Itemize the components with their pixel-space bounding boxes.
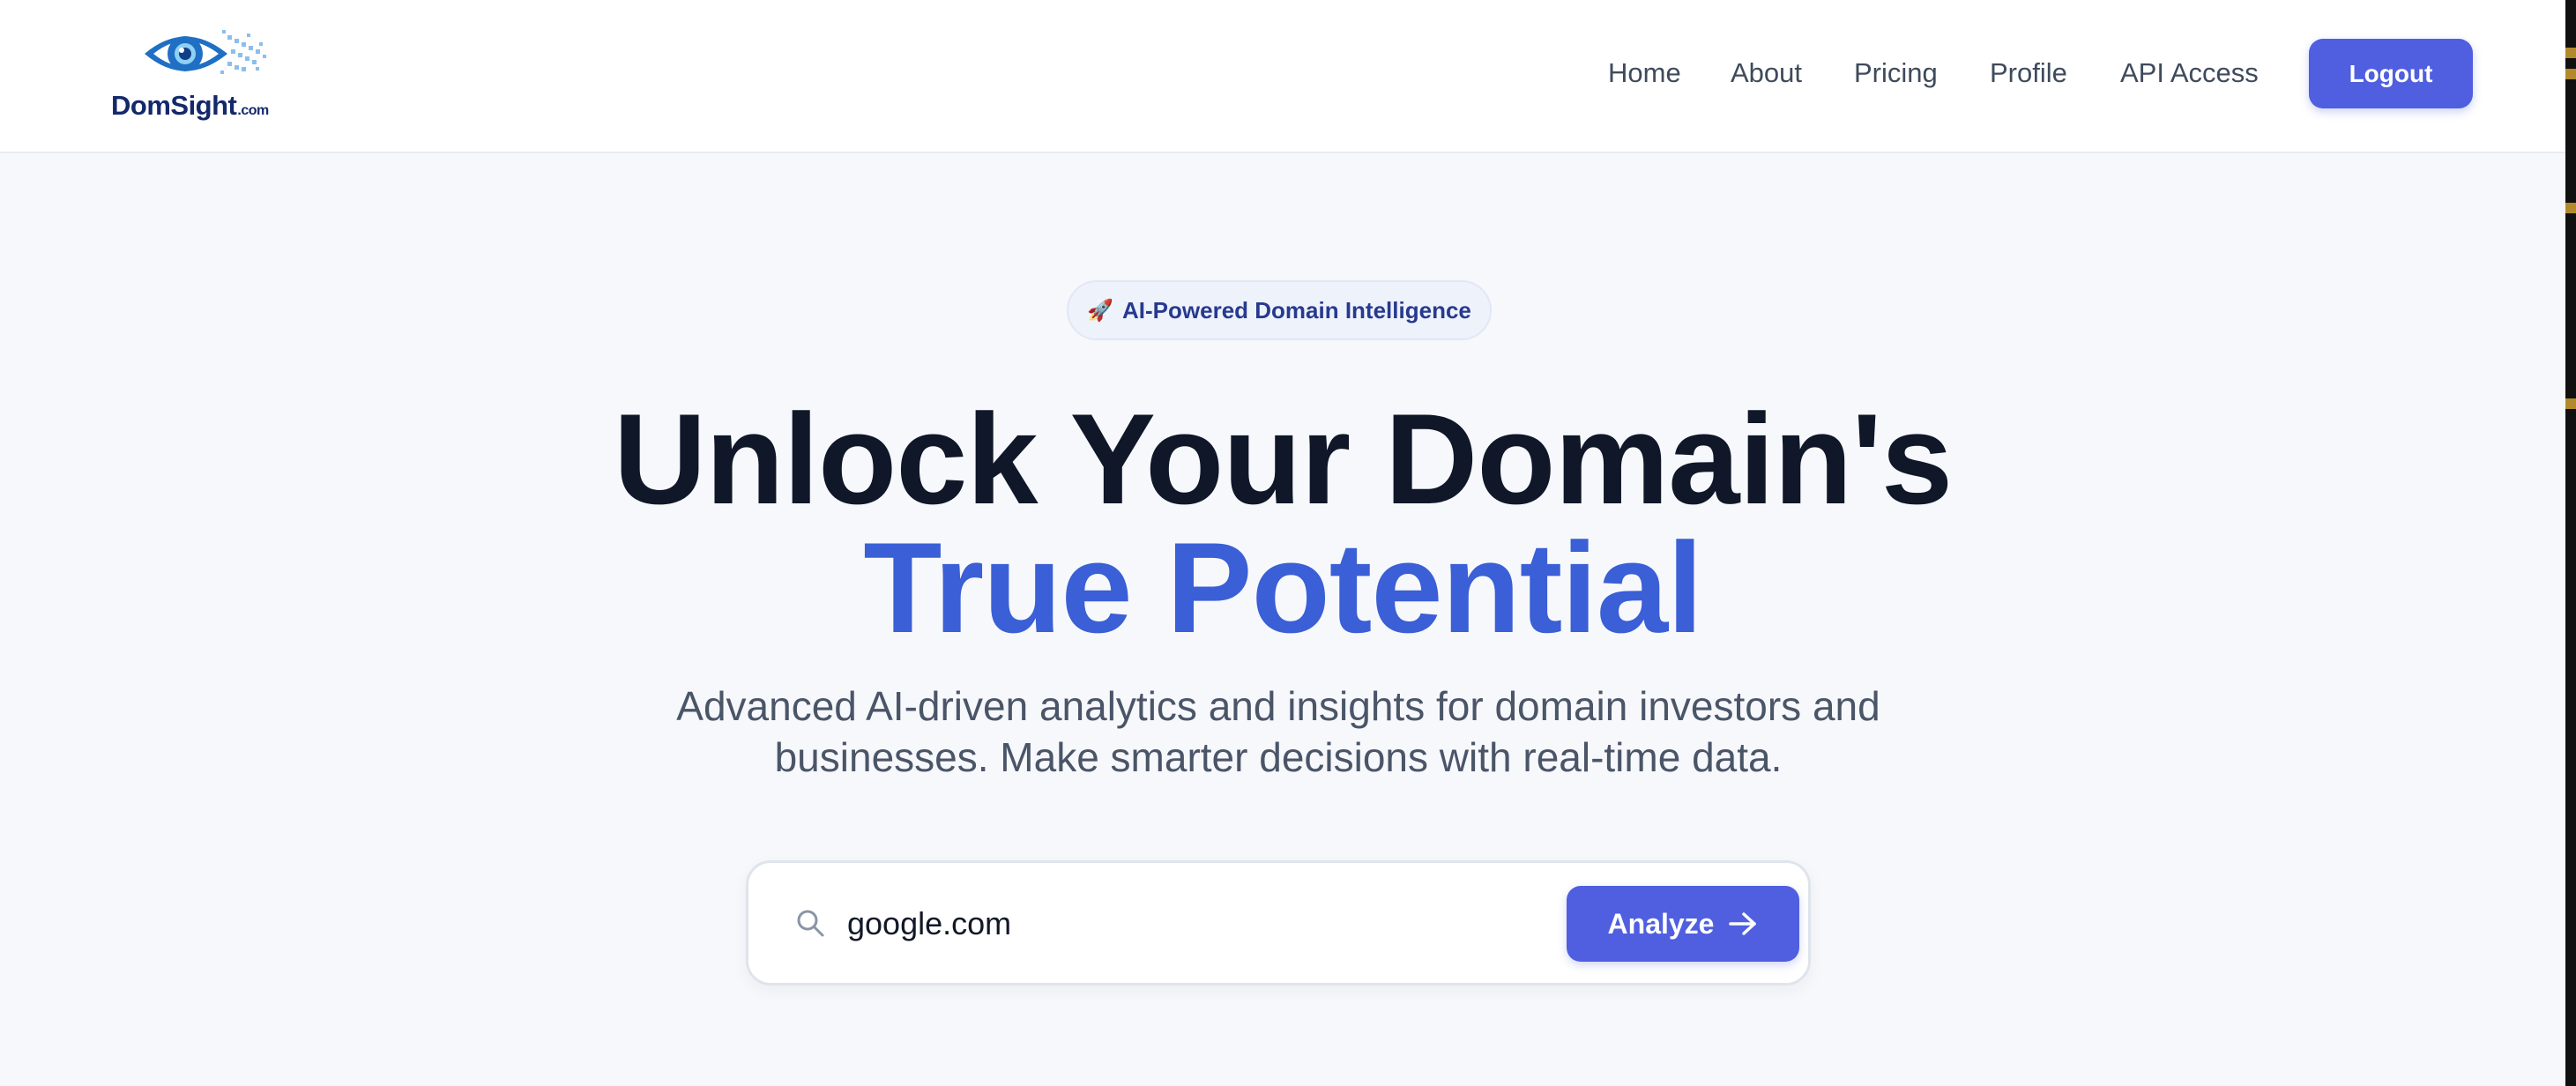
logo-tld: .com: [237, 103, 269, 118]
logo-name: DomSight: [111, 90, 237, 121]
nav-link-home[interactable]: Home: [1608, 53, 1681, 93]
domain-search-input[interactable]: [847, 893, 1411, 955]
eye-logo-icon: [145, 30, 266, 74]
nav-link-profile[interactable]: Profile: [1990, 53, 2067, 93]
rocket-icon: 🚀: [1087, 298, 1114, 323]
top-navbar: DomSight.com Home About Pricing Profile …: [0, 0, 2565, 153]
logout-button[interactable]: Logout: [2309, 39, 2473, 108]
site-logo[interactable]: DomSight.com: [111, 23, 273, 122]
arrow-right-icon: [1729, 912, 1757, 935]
edge-marker: [2565, 398, 2576, 409]
edge-marker: [2565, 48, 2576, 58]
window-edge: [2565, 0, 2576, 1086]
edge-marker: [2565, 69, 2576, 79]
analyze-button-label: Analyze: [1607, 907, 1715, 940]
hero-title-line1: Unlock Your Domain's: [613, 387, 1953, 531]
badge-text: AI-Powered Domain Intelligence: [1122, 296, 1471, 324]
feature-badge: 🚀 AI-Powered Domain Intelligence: [1067, 280, 1492, 340]
hero-title-line2: True Potential: [863, 516, 1702, 659]
nav-link-pricing[interactable]: Pricing: [1854, 53, 1938, 93]
edge-marker: [2565, 203, 2576, 213]
nav-link-api-access[interactable]: API Access: [2120, 53, 2259, 93]
analyze-button[interactable]: Analyze: [1567, 886, 1799, 962]
nav-link-about[interactable]: About: [1731, 53, 1802, 93]
domain-search-bar: Analyze: [746, 860, 1811, 986]
page: DomSight.com Home About Pricing Profile …: [0, 0, 2576, 1086]
hero-subtitle: Advanced AI-driven analytics and insight…: [676, 683, 1880, 780]
search-icon: [797, 910, 824, 937]
logo-wordmark: DomSight.com: [111, 90, 269, 122]
